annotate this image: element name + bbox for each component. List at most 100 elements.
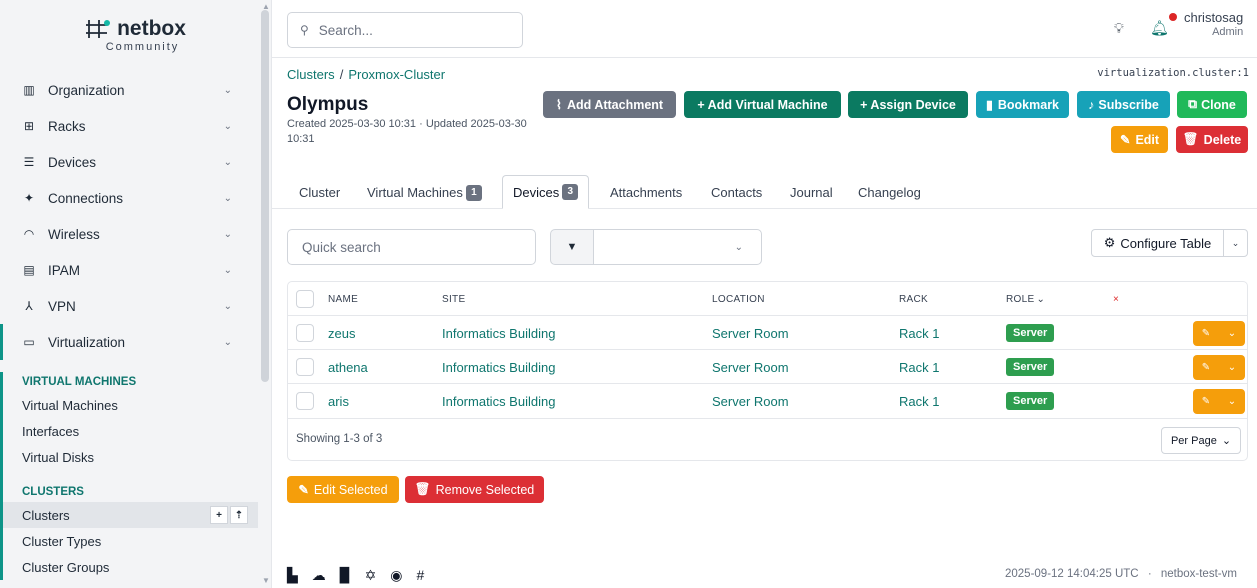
scroll-down-icon[interactable]: ▼: [262, 576, 270, 585]
quick-search-placeholder: Quick search: [302, 239, 381, 255]
button-label: Remove Selected: [435, 482, 535, 497]
netbox-logo[interactable]: netbox Community: [0, 0, 271, 70]
column-header-site[interactable]: SITE: [442, 282, 465, 316]
remove-selected-button[interactable]: 🗑︎ Remove Selected: [405, 476, 544, 503]
quick-search-input[interactable]: Quick search: [287, 229, 536, 265]
add-virtual-machine-button[interactable]: + Add Virtual Machine: [684, 91, 841, 118]
delete-button[interactable]: 🗑︎ Delete: [1176, 126, 1248, 153]
button-label: Bookmark: [997, 97, 1060, 112]
role-badge[interactable]: Server: [1006, 392, 1055, 410]
cloud-icon[interactable]: ☁: [312, 567, 326, 584]
site-link[interactable]: Informatics Building: [442, 384, 555, 418]
row-edit-button[interactable]: ✎ ⌄: [1193, 389, 1245, 414]
location-link[interactable]: Server Room: [712, 384, 789, 418]
rack-link[interactable]: Rack 1: [899, 384, 939, 418]
netbox-logo-icon: [86, 20, 111, 38]
trash-icon: 🗑︎: [414, 482, 431, 496]
role-badge[interactable]: Server: [1006, 324, 1055, 342]
column-header-name[interactable]: NAME: [328, 282, 358, 316]
github-icon[interactable]: ◉: [390, 567, 402, 584]
footer-timestamp: 2025-09-12 14:04:25 UTC: [1005, 568, 1139, 580]
column-header-location[interactable]: LOCATION: [712, 282, 765, 316]
column-header-role[interactable]: ROLE ⌄: [1006, 282, 1045, 316]
object-identifier: virtualization.cluster:1: [1097, 67, 1249, 79]
sidebar-item-clusters[interactable]: Clusters + ⇡: [3, 502, 258, 528]
nav-vpn[interactable]: ⅄ VPN ⌄: [0, 288, 260, 324]
bell-icon[interactable]: 🔔︎: [1150, 19, 1169, 37]
breadcrumb-clusters[interactable]: Clusters: [287, 67, 335, 82]
sidebar-item-virtual-disks[interactable]: Virtual Disks: [3, 444, 260, 470]
rack-link[interactable]: Rack 1: [899, 316, 939, 350]
lightbulb-icon[interactable]: 💡︎: [1114, 20, 1124, 37]
sidebar-item-interfaces[interactable]: Interfaces: [3, 418, 260, 444]
row-edit-button[interactable]: ✎ ⌄: [1193, 321, 1245, 346]
graphql-icon[interactable]: ✡: [365, 567, 377, 584]
sidebar-scrollbar[interactable]: [261, 10, 269, 382]
import-icon[interactable]: ⇡: [230, 506, 248, 524]
nav-connections[interactable]: ✦ Connections ⌄: [0, 180, 260, 216]
breadcrumb-separator: /: [339, 67, 344, 82]
nav-ipam[interactable]: ▤ IPAM ⌄: [0, 252, 260, 288]
device-name-link[interactable]: aris: [328, 384, 349, 418]
wifi-icon: ◠: [23, 227, 35, 241]
tab-devices[interactable]: Devices 3: [502, 175, 590, 209]
row-checkbox[interactable]: [296, 324, 314, 342]
nav-virtualization[interactable]: ▭ Virtualization ⌄: [0, 324, 260, 360]
row-checkbox[interactable]: [296, 392, 314, 410]
row-checkbox[interactable]: [296, 358, 314, 376]
select-all-checkbox[interactable]: [296, 290, 314, 308]
edit-button[interactable]: ✎ Edit: [1111, 126, 1168, 153]
device-name-link[interactable]: athena: [328, 350, 368, 384]
sidebar-item-virtual-machines[interactable]: Virtual Machines: [3, 392, 260, 418]
role-badge[interactable]: Server: [1006, 358, 1055, 376]
configure-table-button[interactable]: ⚙ Configure Table: [1091, 229, 1224, 257]
rack-link[interactable]: Rack 1: [899, 350, 939, 384]
site-link[interactable]: Informatics Building: [442, 316, 555, 350]
clone-button[interactable]: ⧉ Clone: [1177, 91, 1247, 118]
tab-cluster[interactable]: Cluster: [289, 176, 350, 209]
location-link[interactable]: Server Room: [712, 350, 789, 384]
location-link[interactable]: Server Room: [712, 316, 789, 350]
nav-label: Organization: [48, 82, 125, 98]
subscribe-button[interactable]: ♪ Subscribe: [1077, 91, 1170, 118]
configure-table-dropdown[interactable]: ⌄: [1223, 229, 1248, 257]
nav-devices[interactable]: ☰ Devices ⌄: [0, 144, 260, 180]
add-attachment-button[interactable]: ⌇ Add Attachment: [543, 91, 676, 118]
global-search-input[interactable]: ⚲ Search...: [287, 12, 523, 48]
nav-organization[interactable]: ▥ Organization ⌄: [0, 72, 260, 108]
tab-contacts[interactable]: Contacts: [701, 176, 772, 209]
assign-device-button[interactable]: + Assign Device: [848, 91, 968, 118]
column-header-rack[interactable]: RACK: [899, 282, 928, 316]
breadcrumb-proxmox-cluster[interactable]: Proxmox-Cluster: [348, 67, 445, 82]
footer-info: 2025-09-12 14:04:25 UTC · netbox-test-vm: [1005, 568, 1237, 580]
tab-changelog[interactable]: Changelog: [848, 176, 931, 209]
button-label: Configure Table: [1120, 235, 1212, 251]
sidebar-item-cluster-types[interactable]: Cluster Types: [3, 528, 260, 554]
tab-label: Contacts: [711, 185, 763, 200]
slack-icon[interactable]: #: [417, 567, 425, 584]
edit-selected-button[interactable]: ✎ Edit Selected: [287, 476, 399, 503]
nav-racks[interactable]: ⊞ Racks ⌄: [0, 108, 260, 144]
clear-sort-icon[interactable]: ×: [1113, 282, 1119, 316]
add-icon[interactable]: +: [210, 506, 228, 524]
nav-wireless[interactable]: ◠ Wireless ⌄: [0, 216, 260, 252]
device-name-link[interactable]: zeus: [328, 316, 355, 350]
sidebar-item-cluster-groups[interactable]: Cluster Groups: [3, 554, 260, 580]
bookmark-button[interactable]: ▮ Bookmark: [976, 91, 1069, 118]
docs-icon[interactable]: ▙: [287, 567, 298, 584]
tab-journal[interactable]: Journal: [780, 176, 843, 209]
site-link[interactable]: Informatics Building: [442, 350, 555, 384]
per-page-dropdown[interactable]: Per Page ⌄: [1161, 427, 1241, 454]
footer-links: ▙ ☁ ▉ ✡ ◉ #: [287, 567, 424, 584]
created-updated-meta: Created 2025-03-30 10:31 · Updated 2025-…: [287, 118, 527, 145]
save-icon[interactable]: ▉: [340, 567, 351, 584]
tab-virtual-machines[interactable]: Virtual Machines 1: [357, 176, 492, 209]
row-edit-button[interactable]: ✎ ⌄: [1193, 355, 1245, 380]
user-menu[interactable]: christosag Admin: [1184, 10, 1243, 40]
filter-button[interactable]: ▼: [550, 229, 594, 265]
rack-icon: ⊞: [23, 119, 35, 133]
filter-select[interactable]: ⌄: [593, 229, 762, 265]
button-label: Edit Selected: [313, 482, 388, 497]
tab-attachments[interactable]: Attachments: [600, 176, 692, 209]
chevron-down-icon: ⌄: [223, 84, 232, 96]
